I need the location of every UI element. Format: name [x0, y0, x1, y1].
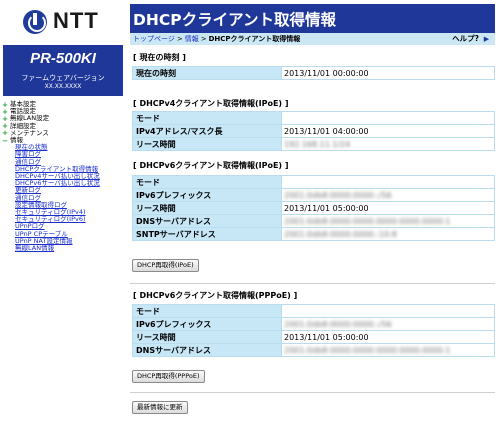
- dhcp-reacquire-ipoe-button[interactable]: DHCP再取得(IPoE): [132, 259, 199, 272]
- row-value: 2001:0db8:0000:0000::/56: [281, 188, 495, 202]
- plus-icon: +: [2, 129, 8, 138]
- page-title: DHCPクライアント取得情報: [133, 11, 336, 29]
- row-key: 現在の時刻: [132, 66, 282, 80]
- model-box: PR-500KI ファームウェアバージョン XX.XX.XXXX: [3, 45, 123, 96]
- row-value: 2001:0db8:0000:0000:0000:0000:0000:1: [281, 214, 495, 228]
- row-value: 2013/11/01 05:00:00: [281, 201, 495, 215]
- row-key: モード: [132, 304, 282, 318]
- breadcrumb-separator: >: [200, 35, 207, 43]
- row-key: リース時間: [132, 201, 282, 215]
- row-key: リース時間: [132, 137, 282, 151]
- table-row: DNSサーバアドレス 2001:0db8:0000:0000:0000:0000…: [132, 214, 495, 228]
- table-row: モード: [132, 175, 495, 189]
- section-title-dhcpv6-ipoe: [ DHCPv6クライアント取得情報(IPoE) ]: [133, 161, 289, 170]
- row-value: [281, 175, 495, 189]
- minus-icon: −: [2, 136, 8, 145]
- section-divider: [130, 392, 495, 393]
- row-value: 2013/11/01 05:00:00: [281, 330, 495, 344]
- dhcpv6-pppoe-table: モード IPv6プレフィックス 2001:0db8:0000:0000::/56…: [132, 304, 495, 357]
- plus-icon: +: [2, 107, 8, 116]
- redacted-value: 2001:0db8:0000:0000::/56: [284, 319, 392, 329]
- row-value: 2001:0db8:0000:0000:0000:0000:0000:1: [281, 343, 495, 357]
- plus-icon: +: [2, 100, 8, 109]
- breadcrumb-bar: トップページ > 情報 > DHCPクライアント取得情報 ヘルプ? ▶: [130, 33, 495, 45]
- table-row: リース時間 2013/11/01 05:00:00: [132, 201, 495, 215]
- current-time-table: 現在の時刻 2013/11/01 00:00:00: [132, 66, 495, 80]
- table-row: IPv6プレフィックス 2001:0db8:0000:0000::/56: [132, 317, 495, 331]
- dhcp-reacquire-pppoe-button[interactable]: DHCP再取得(PPPoE): [132, 370, 205, 383]
- table-row: SNTPサーバアドレス 2001:0db8:0000:0000::10:8: [132, 227, 495, 241]
- plus-icon: +: [2, 122, 8, 131]
- help-link-label: ヘルプ?: [452, 34, 479, 43]
- section-divider: [130, 283, 495, 284]
- ntt-logo: NTT: [0, 0, 126, 44]
- sidebar-nav: + 基本設定 + 電話設定 + 無線LAN設定 + 詳細設定 + メンテナンス − 情報 現…: [2, 100, 130, 252]
- redacted-value: 2001:0db8:0000:0000::10:8: [284, 229, 397, 239]
- row-value: 2013/11/01 00:00:00: [281, 66, 495, 80]
- table-row: モード: [132, 111, 495, 125]
- help-link[interactable]: ヘルプ? ▶: [452, 33, 491, 45]
- breadcrumb-separator: >: [176, 35, 183, 43]
- refresh-button[interactable]: 最新情報に更新: [132, 401, 188, 414]
- row-key: SNTPサーバアドレス: [132, 227, 282, 241]
- redacted-value: 2001:0db8:0000:0000::/56: [284, 190, 392, 200]
- plus-icon: +: [2, 115, 8, 123]
- table-row: リース時間 192.168.11.1/24: [132, 137, 495, 151]
- breadcrumb-link-info[interactable]: 情報: [185, 35, 199, 43]
- breadcrumb-current: DHCPクライアント取得情報: [208, 35, 301, 43]
- redacted-value: 2001:0db8:0000:0000:0000:0000:0000:1: [284, 345, 451, 355]
- section-title-dhcpv6-pppoe: [ DHCPv6クライアント取得情報(PPPoE) ]: [133, 291, 298, 300]
- table-row: IPv6プレフィックス 2001:0db8:0000:0000::/56: [132, 188, 495, 202]
- redacted-value: 2001:0db8:0000:0000:0000:0000:0000:1: [284, 216, 451, 226]
- row-key: モード: [132, 175, 282, 189]
- row-key: DNSサーバアドレス: [132, 214, 282, 228]
- dhcpv6-ipoe-table: モード IPv6プレフィックス 2001:0db8:0000:0000::/56…: [132, 175, 495, 241]
- row-key: IPv6プレフィックス: [132, 317, 282, 331]
- row-value: [281, 111, 495, 125]
- nav-submenu-information: 現在の状態 障害ログ 通信ログ DHCPクライアント取得情報 DHCPv4サーバ…: [2, 144, 130, 252]
- table-row: IPv4アドレス/マスク長 2013/11/01 04:00:00: [132, 124, 495, 138]
- section-title-dhcpv4-ipoe: [ DHCPv4クライアント取得情報(IPoE) ]: [133, 99, 289, 108]
- breadcrumb: トップページ > 情報 > DHCPクライアント取得情報: [133, 33, 300, 45]
- breadcrumb-link-top[interactable]: トップページ: [133, 35, 175, 43]
- redacted-value: 192.168.11.1/24: [284, 139, 351, 149]
- firmware-version-label: ファームウェアバージョン: [21, 74, 105, 82]
- table-row: DNSサーバアドレス 2001:0db8:0000:0000:0000:0000…: [132, 343, 495, 357]
- table-row: 現在の時刻 2013/11/01 00:00:00: [132, 66, 495, 80]
- dhcpv4-ipoe-table: モード IPv4アドレス/マスク長 2013/11/01 04:00:00 リー…: [132, 111, 495, 151]
- firmware-version-value: XX.XX.XXXX: [44, 83, 82, 90]
- table-row: モード: [132, 304, 495, 318]
- page-header: DHCPクライアント取得情報: [130, 4, 495, 33]
- row-value: 192.168.11.1/24: [281, 137, 495, 151]
- row-key: モード: [132, 111, 282, 125]
- nav-link-wireless-lan-info[interactable]: 無線LAN情報: [15, 244, 130, 252]
- row-key: IPv6プレフィックス: [132, 188, 282, 202]
- row-key: リース時間: [132, 330, 282, 344]
- row-key: DNSサーバアドレス: [132, 343, 282, 357]
- row-value: 2001:0db8:0000:0000::10:8: [281, 227, 495, 241]
- model-name: PR-500KI: [30, 50, 96, 67]
- logo-text: NTT: [53, 8, 99, 33]
- table-row: リース時間 2013/11/01 05:00:00: [132, 330, 495, 344]
- section-title-current-time: [ 現在の時刻 ]: [133, 53, 186, 62]
- help-icon: ▶: [483, 35, 490, 43]
- row-value: [281, 304, 495, 318]
- row-key: IPv4アドレス/マスク長: [132, 124, 282, 138]
- row-value: 2001:0db8:0000:0000::/56: [281, 317, 495, 331]
- row-value: 2013/11/01 04:00:00: [281, 124, 495, 138]
- ntt-logo-icon: [23, 10, 47, 34]
